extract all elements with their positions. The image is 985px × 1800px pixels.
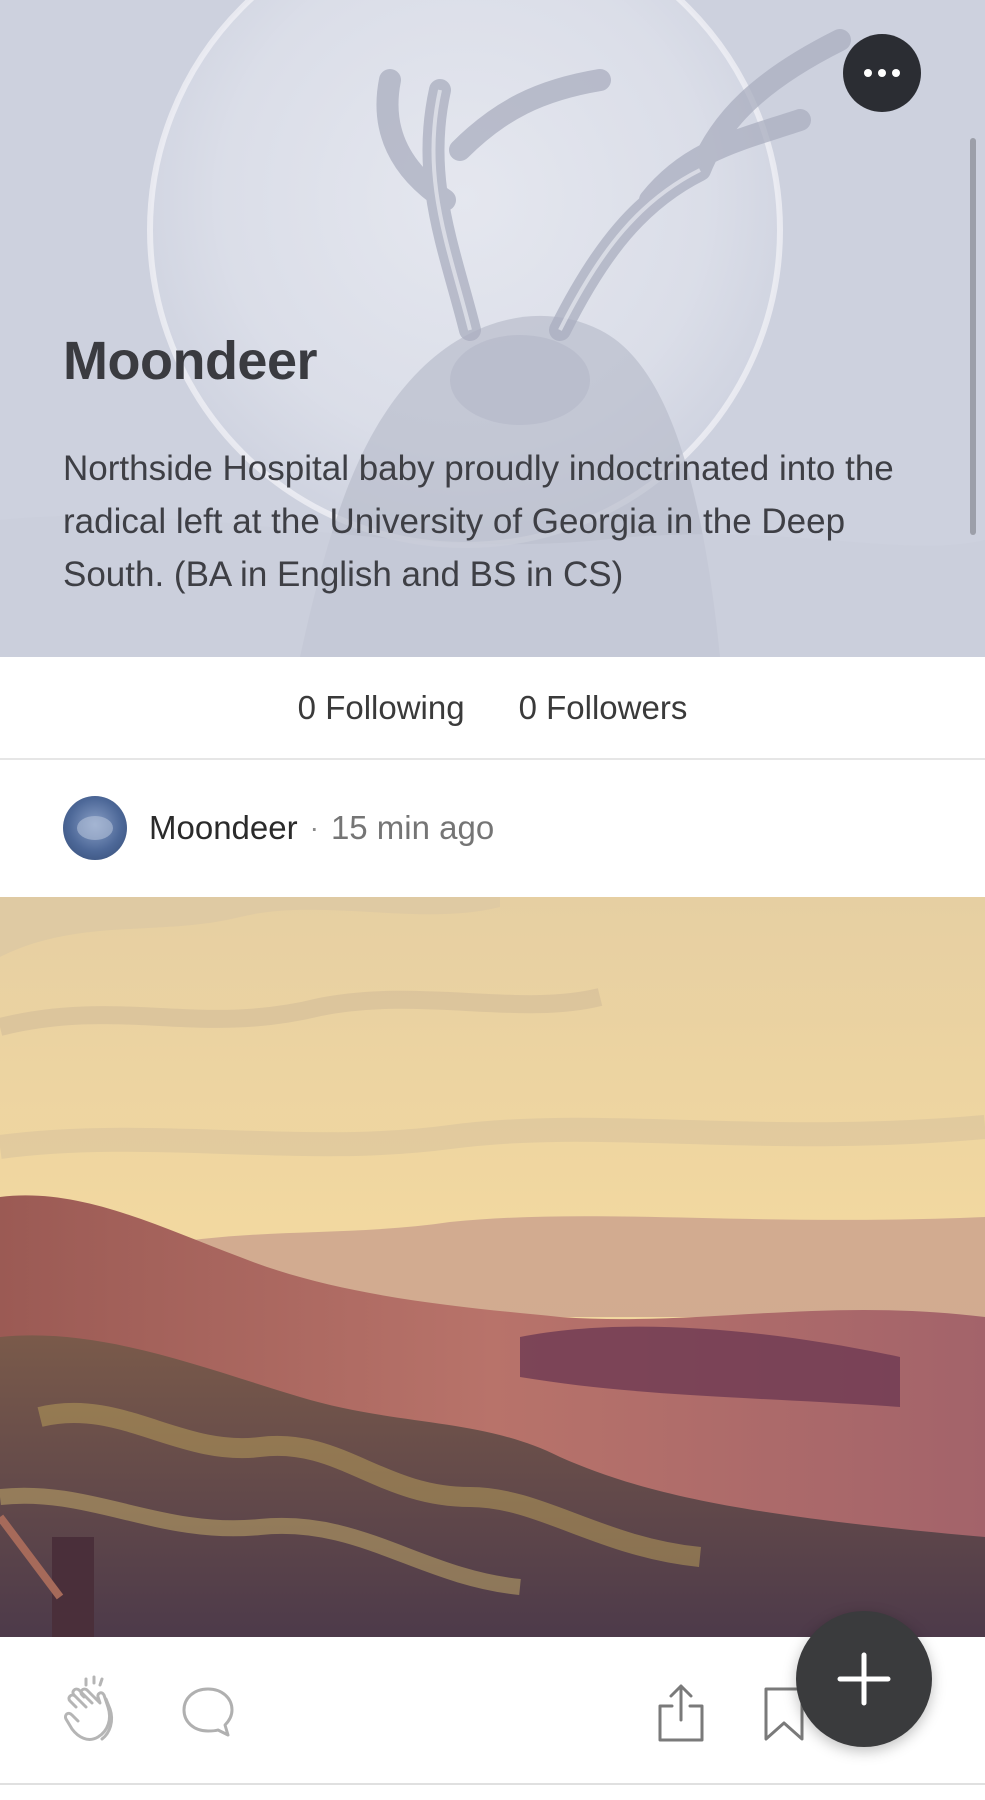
post-timestamp: 15 min ago [330,809,495,846]
share-icon[interactable] [656,1682,706,1744]
profile-name: Moondeer [63,331,318,391]
post-header: Moondeer · 15 min ago [63,796,494,860]
scrollbar[interactable] [970,138,976,535]
more-horizontal-icon-dot [878,69,886,77]
profile-bio: Northside Hospital baby proudly indoctri… [63,449,894,594]
post-image[interactable] [0,897,985,1637]
separator-dot: · [309,812,319,843]
following-link[interactable]: 0 Following [298,689,465,727]
more-horizontal-icon [864,69,872,77]
more-options-button[interactable] [843,34,921,112]
avatar[interactable] [63,796,127,860]
post-author[interactable]: Moondeer [149,809,298,847]
landscape-image [0,897,985,1637]
clap-icon[interactable] [62,1675,124,1745]
comment-icon[interactable] [180,1685,236,1739]
profile-header: Moondeer Northside Hospital baby proudly… [0,0,985,657]
follow-stats: 0 Following 0 Followers [0,657,985,760]
plus-icon [837,1652,891,1706]
followers-link[interactable]: 0 Followers [519,689,688,727]
compose-button[interactable] [796,1611,932,1747]
more-horizontal-icon-dot [892,69,900,77]
